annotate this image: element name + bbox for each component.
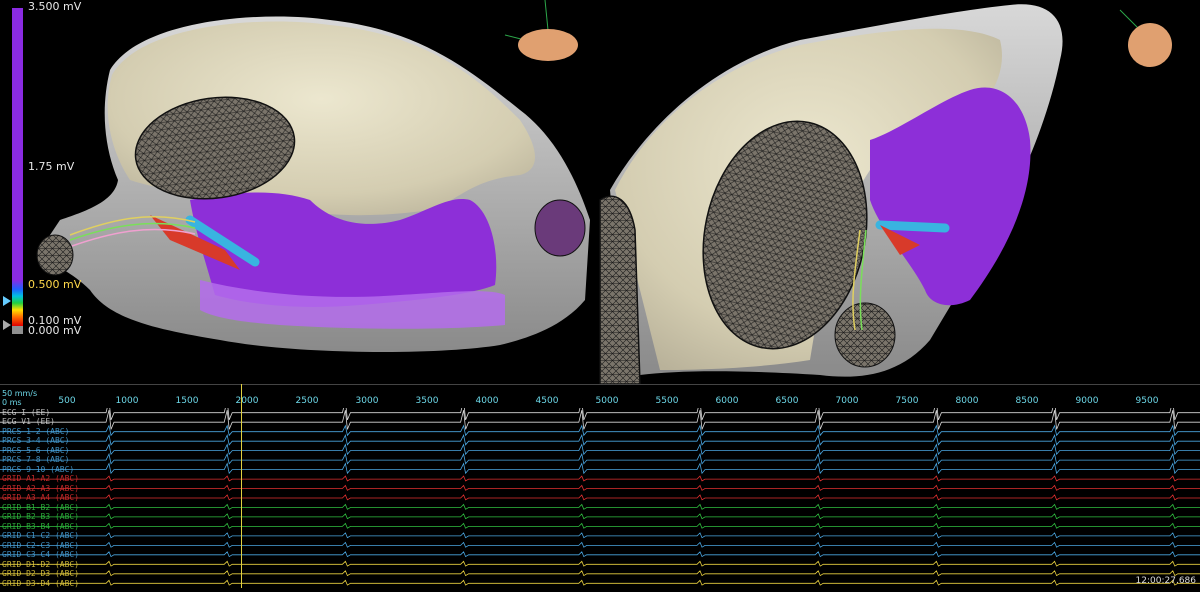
- voltage-colorbar: [12, 8, 23, 334]
- tick-label: 7500: [895, 396, 919, 406]
- lead-trace: [0, 522, 1200, 529]
- time-ruler[interactable]: 50 mm/s 0 ms 500 1000 1500 2000 2500 3000 3500…: [0, 384, 1200, 409]
- 3d-map-viewport[interactable]: 3.500 mV 1.75 mV 0.500 mV 0.100 mV 0.000…: [0, 0, 1200, 384]
- right-view[interactable]: [599, 4, 1063, 384]
- offset-label: 0 ms: [2, 398, 22, 407]
- tick-label: 8000: [955, 396, 979, 406]
- left-view[interactable]: [36, 16, 590, 352]
- lead-trace: [0, 551, 1200, 558]
- lead-label: GRID B1-B2 (ABC): [2, 502, 80, 512]
- lead-label: GRID C3-C4 (ABC): [2, 550, 80, 560]
- head-orientation-icon-right[interactable]: [1119, 9, 1180, 75]
- tick-label: 2000: [235, 396, 259, 406]
- colorbar-gradient: [12, 280, 23, 326]
- lower-threshold-handle[interactable]: [3, 320, 11, 330]
- lead-trace: [0, 400, 1200, 421]
- tick-label: 8500: [1015, 396, 1039, 406]
- lead-label: GRID C1-C2 (ABC): [2, 531, 80, 541]
- lead-label: GRID B2-B3 (ABC): [2, 512, 80, 522]
- signal-timeline[interactable]: 50 mm/s 0 ms 500 1000 1500 2000 2500 3000 3500…: [0, 384, 1200, 588]
- lead-label: PRCS 9-10 (ABC): [2, 464, 75, 474]
- timestamp: 12:00:27.686: [1135, 576, 1196, 586]
- lead-trace: [0, 513, 1200, 520]
- lead-trace: [0, 443, 1200, 456]
- lead-label: ECG V1 (EE): [2, 417, 55, 427]
- lead-label: GRID A1-A2 (ABC): [2, 474, 80, 484]
- tick-label: 3500: [415, 396, 439, 406]
- colorbar-min-label: 0.000 mV: [28, 324, 82, 337]
- upper-threshold-handle[interactable]: [3, 296, 11, 306]
- lead-label: PRCS 1-2 (ABC): [2, 426, 70, 436]
- lead-label: GRID D2-D3 (ABC): [2, 569, 80, 579]
- lead-trace: [0, 484, 1200, 491]
- lead-label: GRID A3-A4 (ABC): [2, 493, 80, 503]
- tick-label: 4500: [535, 396, 559, 406]
- tick-label: 3000: [355, 396, 379, 406]
- tick-label: 1000: [115, 396, 139, 406]
- tick-label: 1500: [175, 396, 199, 406]
- colorbar-above-range: [12, 8, 23, 280]
- tick-label: 5000: [595, 396, 619, 406]
- lead-label: GRID A2-A3 (ABC): [2, 483, 80, 493]
- lead-trace: [0, 475, 1200, 482]
- speed-label: 50 mm/s: [2, 389, 38, 398]
- time-cursor[interactable]: [241, 384, 242, 588]
- lead-label: PRCS 5-6 (ABC): [2, 445, 70, 455]
- lead-trace: [0, 541, 1200, 548]
- lead-label: ECG I (EE): [2, 408, 51, 417]
- lead-trace: [0, 503, 1200, 510]
- lead-label: GRID C2-C3 (ABC): [2, 540, 80, 550]
- lead-trace: [0, 494, 1200, 501]
- lead-label: PRCS 7-8 (ABC): [2, 455, 70, 465]
- lead-label: GRID D3-D4 (ABC): [2, 578, 80, 588]
- lead-trace: [0, 433, 1200, 446]
- lead-trace: [0, 570, 1200, 577]
- tick-label: 7000: [835, 396, 859, 406]
- colorbar-below-range: [12, 326, 23, 334]
- lead-trace: [0, 452, 1200, 465]
- lead-trace: [0, 560, 1200, 567]
- lead-label: PRCS 3-4 (ABC): [2, 436, 70, 446]
- lead-trace: [0, 532, 1200, 539]
- tick-label: 9000: [1075, 396, 1099, 406]
- anatomy-render[interactable]: [0, 0, 1200, 384]
- colorbar-mid-label: 1.75 mV: [28, 160, 75, 173]
- tick-label: 500: [58, 396, 76, 406]
- tick-label: 6000: [715, 396, 739, 406]
- trace-canvas: [0, 400, 1200, 586]
- tick-label: 9500: [1135, 396, 1159, 406]
- tick-label: 2500: [295, 396, 319, 406]
- lead-trace: [0, 424, 1200, 437]
- tick-label: 4000: [475, 396, 499, 406]
- lead-label: GRID B3-B4 (ABC): [2, 521, 80, 531]
- tick-label: 6500: [775, 396, 799, 406]
- lead-trace: [0, 462, 1200, 475]
- lead-trace: [0, 579, 1200, 586]
- lead-label: GRID D1-D2 (ABC): [2, 559, 80, 569]
- colorbar-upper-threshold-label: 0.500 mV: [28, 278, 82, 291]
- trace-area[interactable]: ECG I (EE) ECG V1 (EE) PRCS 1-2 (ABC) PRCS …: [0, 400, 1200, 588]
- tick-label: 5500: [655, 396, 679, 406]
- colorbar-max-label: 3.500 mV: [28, 0, 82, 13]
- head-orientation-icon[interactable]: [504, 0, 578, 61]
